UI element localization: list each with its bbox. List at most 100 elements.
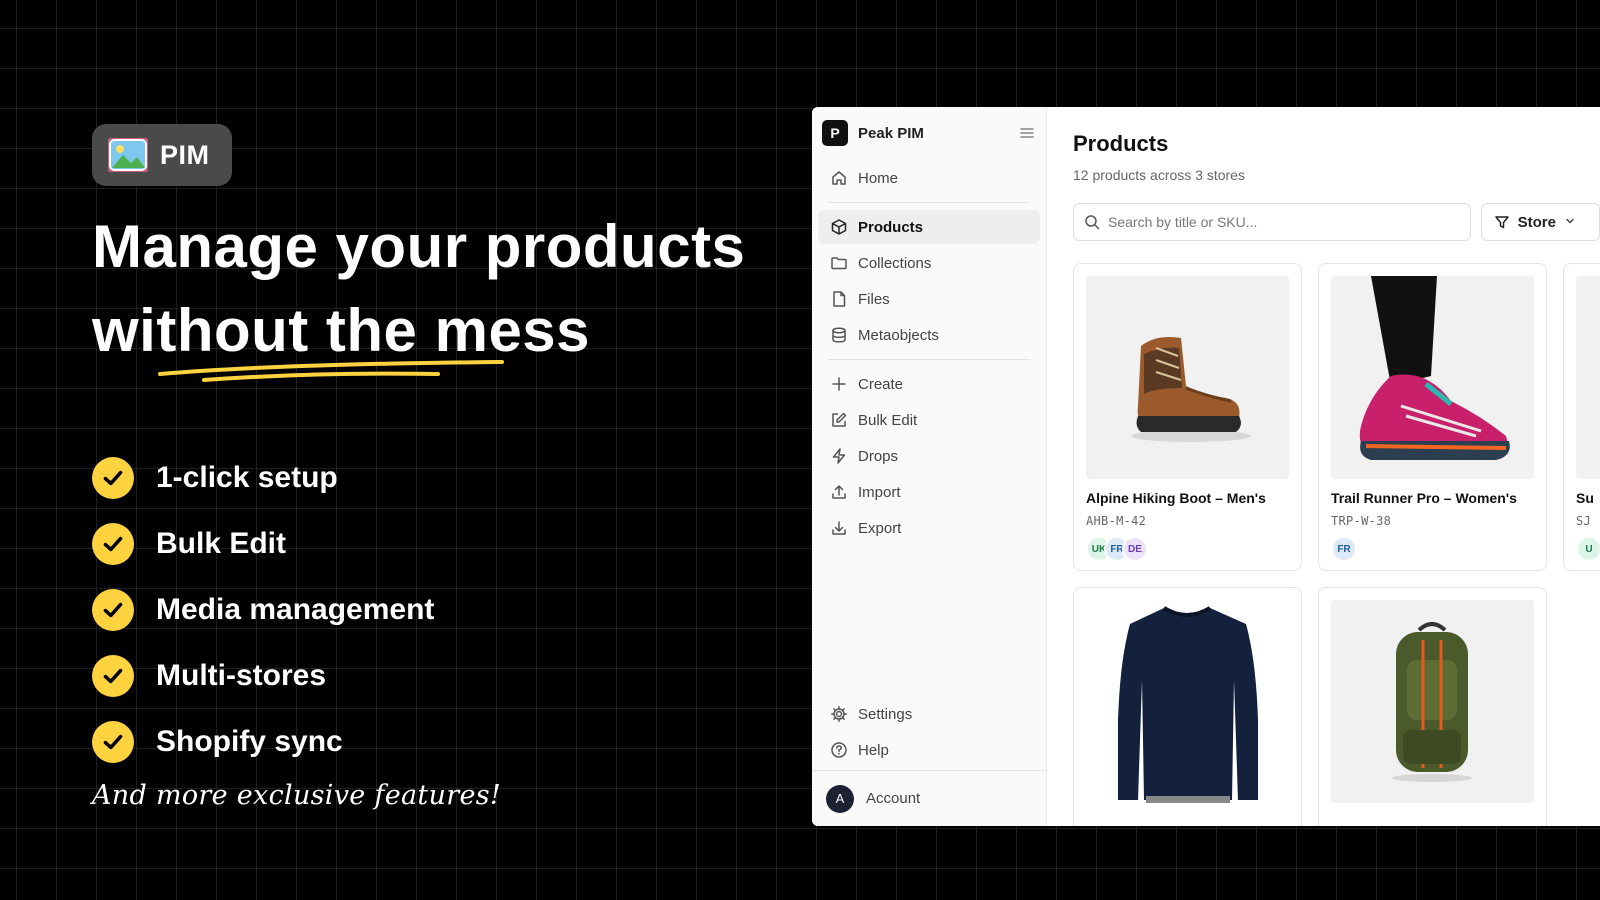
sidebar-divider [828,359,1030,360]
account-menu[interactable]: A Account [812,770,1046,826]
sidebar-nav-bottom: Settings Help [812,697,1046,769]
sidebar-item-label: Settings [858,705,913,723]
page-subtitle: 12 products across 3 stores [1073,167,1245,183]
check-icon [92,457,134,499]
brand: P Peak PIM [812,113,1046,153]
sidebar-item-label: Collections [858,254,932,272]
home-icon [830,169,848,187]
pim-badge: PIM [92,124,232,186]
product-sku: AHB-M-42 [1086,514,1147,528]
sidebar-nav-actions: Create Bulk Edit Drops Import Export [812,367,1046,545]
plus-icon [830,375,848,393]
sidebar-item-label: Import [858,483,901,501]
database-icon [830,326,848,344]
feature-item: Bulk Edit [92,511,434,577]
feature-item: 1-click setup [92,445,434,511]
headline-line-1: Manage your products [92,213,746,280]
sidebar-item-label: Metaobjects [858,326,939,344]
store-chips: U [1576,536,1600,562]
hamburger-menu-icon[interactable] [1018,124,1036,142]
hero-panel: PIM Manage your products without the mes… [92,0,792,900]
product-sku: TRP-W-38 [1331,514,1392,528]
sidebar-item-label: Bulk Edit [858,411,918,429]
headline: Manage your products without the mess [92,205,745,373]
image-icon [108,138,148,172]
sidebar-item-label: Products [858,218,924,236]
sidebar-item-help[interactable]: Help [818,733,1040,767]
store-chips: FR [1331,536,1534,562]
sidebar-nav-catalog: Products Collections Files Metaobjects [812,210,1046,352]
feature-item: Multi-stores [92,643,434,709]
page-title: Products [1073,131,1169,156]
check-icon [92,523,134,565]
feature-label: 1-click setup [156,461,338,494]
sidebar-item-drops[interactable]: Drops [818,439,1040,473]
product-image-shirt [1086,600,1289,803]
feature-label: Shopify sync [156,725,343,758]
product-card[interactable]: Trail Runner Pro – Women's TRP-W-38 FR [1318,263,1547,571]
sidebar-item-label: Home [858,169,899,187]
search-box[interactable] [1073,203,1471,241]
feature-label: Bulk Edit [156,527,287,560]
product-card[interactable] [1073,587,1302,826]
app-window: P Peak PIM Home Products Collections Fil… [812,107,1600,826]
product-card[interactable] [1318,587,1547,826]
sidebar-nav-top: Home [812,161,1046,195]
sidebar-item-home[interactable]: Home [818,161,1040,195]
help-icon [830,741,848,759]
upload-icon [830,483,848,501]
file-icon [830,290,848,308]
brand-logo: P [822,120,848,146]
check-icon [92,721,134,763]
product-image [1576,276,1600,479]
product-title: Trail Runner Pro – Women's [1331,490,1517,506]
store-filter-label: Store [1517,213,1556,231]
product-card[interactable]: Su SJ U [1563,263,1600,571]
headline-underline [158,360,504,382]
store-filter-button[interactable]: Store [1480,203,1600,241]
main-content: Products 12 products across 3 stores Sto… [1047,107,1600,826]
product-image-boot [1086,276,1289,479]
store-chip: U [1576,536,1600,562]
edit-icon [830,411,848,429]
brand-name: Peak PIM [858,124,924,142]
sidebar-item-label: Create [858,375,904,393]
box-icon [830,218,848,236]
product-card[interactable]: Alpine Hiking Boot – Men's AHB-M-42 UK F… [1073,263,1302,571]
product-image-sneaker [1331,276,1534,479]
feature-label: Media management [156,593,435,626]
sidebar-item-files[interactable]: Files [818,282,1040,316]
badge-label: PIM [160,139,210,170]
product-title: Alpine Hiking Boot – Men's [1086,490,1266,506]
sidebar-divider [828,202,1030,203]
folder-icon [830,254,848,272]
feature-list: 1-click setup Bulk Edit Media management… [92,445,434,775]
feature-label: Multi-stores [156,659,327,692]
product-grid: Alpine Hiking Boot – Men's AHB-M-42 UK F… [1073,263,1600,826]
sidebar-item-metaobjects[interactable]: Metaobjects [818,318,1040,352]
store-chips: UK FR DE [1086,536,1289,562]
sidebar-item-export[interactable]: Export [818,511,1040,545]
feature-item: Shopify sync [92,709,434,775]
sidebar-item-bulk-edit[interactable]: Bulk Edit [818,403,1040,437]
search-icon [1084,214,1100,230]
sidebar-item-products[interactable]: Products [818,210,1040,244]
sidebar-item-collections[interactable]: Collections [818,246,1040,280]
download-icon [830,519,848,537]
sidebar: P Peak PIM Home Products Collections Fil… [812,107,1047,826]
check-icon [92,655,134,697]
sidebar-item-label: Help [858,741,889,759]
sidebar-item-import[interactable]: Import [818,475,1040,509]
search-input[interactable] [1108,214,1448,230]
filter-icon [1494,214,1510,230]
lightning-icon [830,447,848,465]
chevron-down-icon [1564,214,1576,231]
product-title: Su [1576,490,1594,506]
sidebar-item-label: Files [858,290,890,308]
gear-icon [830,705,848,723]
sidebar-item-settings[interactable]: Settings [818,697,1040,731]
product-image-backpack [1331,600,1534,803]
store-chip: FR [1331,536,1357,562]
sidebar-item-label: Drops [858,447,899,465]
sidebar-item-create[interactable]: Create [818,367,1040,401]
